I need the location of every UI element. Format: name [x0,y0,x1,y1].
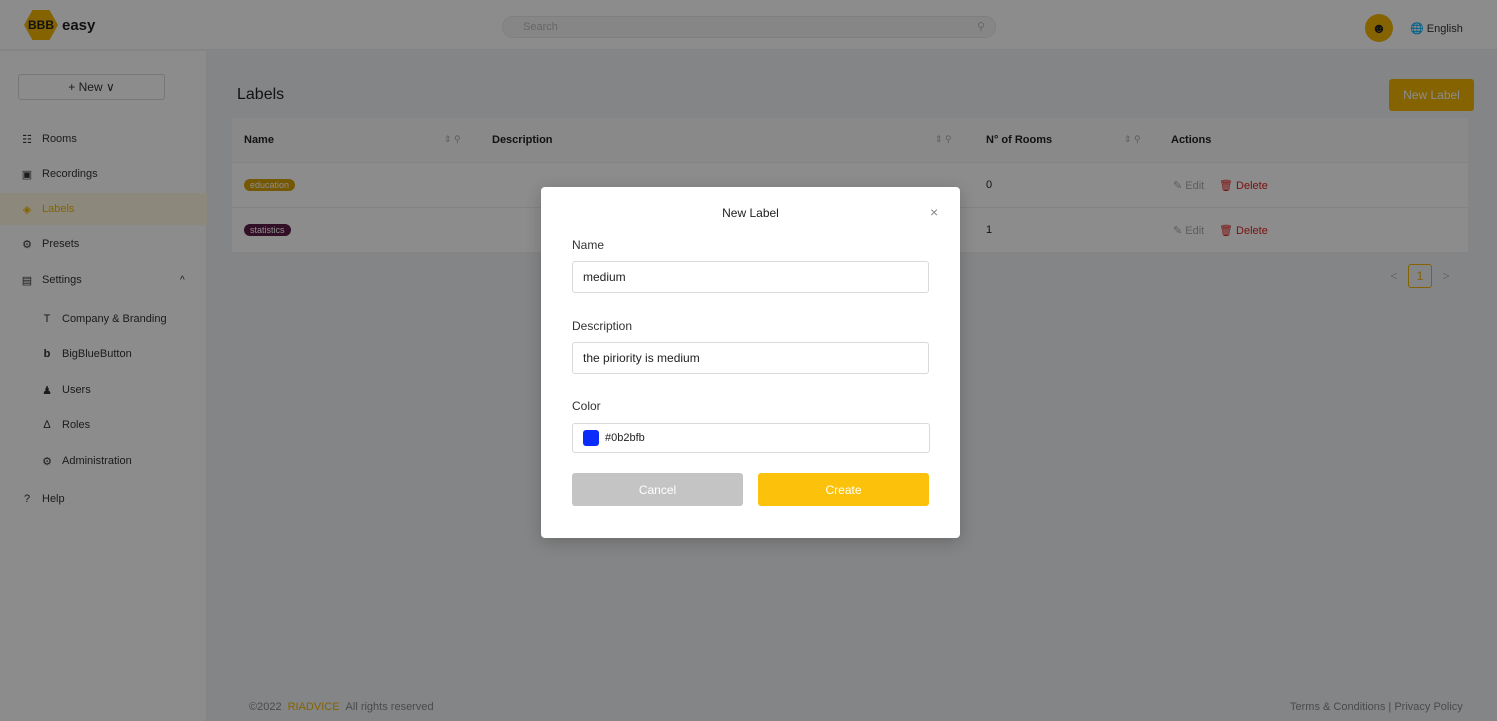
color-value: #0b2bfb [605,432,645,444]
close-icon[interactable]: × [930,204,938,220]
color-picker-field[interactable]: #0b2bfb [572,423,930,453]
name-field-label: Name [572,238,605,252]
color-swatch[interactable] [583,430,599,446]
modal-title: New Label [722,206,779,220]
new-label-modal: New Label × Name Description Color #0b2b… [541,187,960,538]
name-input[interactable] [572,261,929,293]
create-button[interactable]: Create [758,473,929,506]
description-field-label: Description [572,319,633,333]
description-input[interactable] [572,342,929,374]
cancel-button[interactable]: Cancel [572,473,743,506]
color-field-label: Color [572,399,601,413]
